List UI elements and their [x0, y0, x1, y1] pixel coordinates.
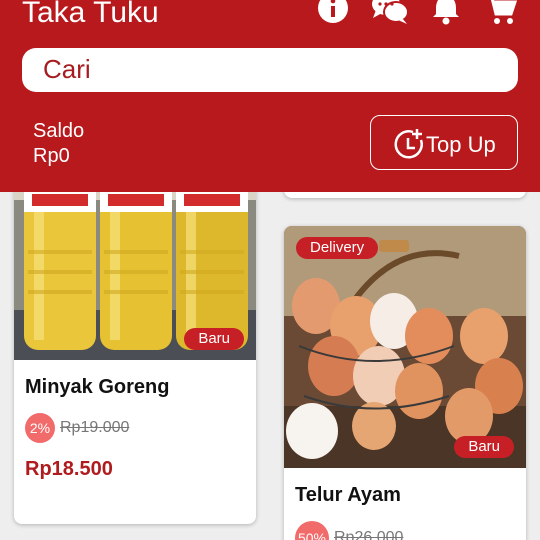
- bell-icon[interactable]: [430, 0, 462, 26]
- product-image-eggs: Delivery Baru: [284, 226, 526, 468]
- product-card[interactable]: Delivery Baru Telur Ayam 50% Rp26.000: [284, 226, 526, 540]
- original-price: Rp19.000: [60, 419, 130, 436]
- app-title: Taka Tuku: [22, 0, 159, 29]
- top-up-label: Top Up: [426, 132, 496, 157]
- product-price: Rp18.500: [25, 458, 113, 480]
- search-input[interactable]: Cari: [22, 48, 518, 92]
- new-badge: Baru: [454, 436, 514, 458]
- balance-label: Saldo: [33, 120, 85, 142]
- product-name: Minyak Goreng: [25, 376, 170, 398]
- new-badge: Baru: [184, 328, 244, 350]
- search-placeholder: Cari: [43, 54, 91, 84]
- balance-value: Rp0: [33, 145, 70, 167]
- info-icon[interactable]: [317, 0, 349, 26]
- top-up-button[interactable]: Top Up: [370, 115, 518, 170]
- app-header: Taka Tuku Cari Saldo Rp0 Top Up: [0, 0, 540, 192]
- discount-row: 50% Rp26.000: [295, 521, 403, 540]
- discount-row: 2% Rp19.000: [25, 413, 129, 443]
- discount-badge: 2%: [25, 413, 55, 443]
- cart-icon[interactable]: [485, 0, 518, 26]
- product-card[interactable]: Baru Minyak Goreng 2% Rp19.000 Rp18.500: [14, 160, 256, 524]
- original-price: Rp26.000: [334, 529, 404, 540]
- product-name: Telur Ayam: [295, 484, 401, 506]
- chat-icon[interactable]: [370, 0, 410, 26]
- discount-badge: 50%: [295, 521, 329, 540]
- delivery-badge: Delivery: [296, 237, 379, 259]
- add-circle-icon: [394, 129, 423, 159]
